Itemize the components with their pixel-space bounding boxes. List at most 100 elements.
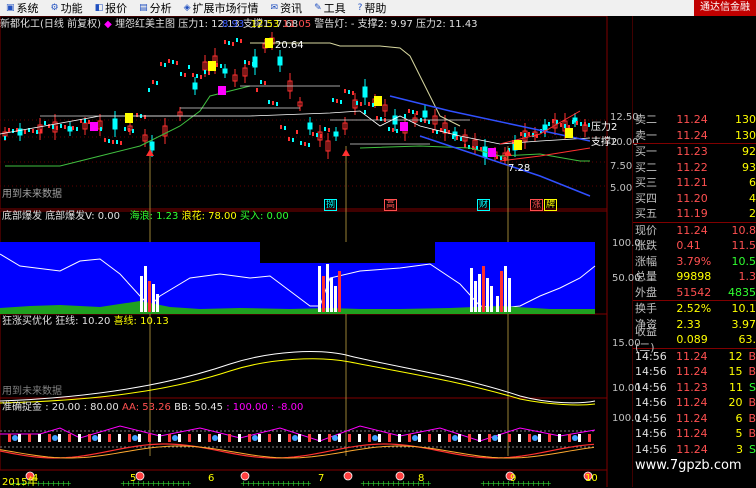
candle-body <box>244 60 246 64</box>
book-price: 11.24 <box>676 128 708 142</box>
tick-volume: 5 <box>735 427 743 440</box>
menu-item-2[interactable]: ◧ 报价 <box>89 0 134 16</box>
menu-item-label: 工具 <box>323 2 346 15</box>
candle-body <box>580 122 582 126</box>
sell-side: S <box>749 380 756 394</box>
sub1-header: 底部爆发 底部爆发V: 0.00 海浪: 1.23 浪花: 78.00 买入: … <box>2 210 289 224</box>
quote-row: 卖二 11.24 130 <box>633 112 756 128</box>
tick-row: 14:56 11.24 5 B <box>633 426 756 442</box>
candle-body <box>336 99 338 103</box>
osc-bar <box>138 434 141 442</box>
candle-body <box>88 120 90 124</box>
menu-item-label: 扩展市场行情 <box>192 2 259 15</box>
osc-bar <box>218 434 221 442</box>
stat-value-2: 10.8 <box>731 223 756 237</box>
candle-body <box>12 129 14 133</box>
sub3-a: : 20.00 <box>45 402 81 413</box>
candle-body <box>164 63 166 67</box>
candle-body <box>184 73 186 77</box>
volume-spike <box>474 281 477 312</box>
quote-row: 买三 11.21 6 <box>633 175 756 191</box>
marker-dot <box>372 435 378 441</box>
stat-label: 总量 <box>635 270 657 283</box>
menu-item-0[interactable]: ▣ 系统 <box>0 0 45 16</box>
sub1-a: 海浪: 1.23 <box>129 211 179 222</box>
menu-item-7[interactable]: ? 帮助 <box>352 0 393 16</box>
candle-body <box>452 135 454 139</box>
date-tick: 6 <box>208 473 215 484</box>
buy-side: B <box>748 427 756 440</box>
candle-body <box>316 133 318 137</box>
candle-body <box>108 139 110 143</box>
candle-body <box>149 141 155 151</box>
candle-body <box>388 127 390 131</box>
quote-icon: ◧ <box>94 3 104 13</box>
candle-body <box>300 141 302 145</box>
volume-spike <box>140 276 143 312</box>
tick-time: 14:56 <box>635 365 667 378</box>
sub1-c: 买入: 0.00 <box>239 211 289 222</box>
menu-item-6[interactable]: ✎ 工具 <box>308 0 352 16</box>
buy-side: B <box>748 411 756 425</box>
candle-body <box>248 61 250 65</box>
osc-bar <box>168 434 171 442</box>
candle-body <box>208 71 210 75</box>
tick-price: 11.24 <box>676 349 708 363</box>
osc-bar <box>448 434 451 442</box>
highlight-box <box>90 122 98 131</box>
indicator-name: 埋怨红美主图 <box>115 19 176 30</box>
marker-dot <box>492 435 498 441</box>
quote-row: 涨跌 0.41 11.5 <box>633 238 756 254</box>
brand-label: 通达信金融 <box>694 0 756 16</box>
date-tick: 8 <box>418 473 425 484</box>
candle-body <box>44 121 46 125</box>
candle-body <box>32 129 34 133</box>
quote-row: 涨幅 3.79% 10.5 <box>633 254 756 270</box>
candle-body <box>284 126 286 130</box>
green-cross-icon: + <box>425 479 432 487</box>
candle-body <box>192 82 198 90</box>
tick-volume: 15 <box>728 365 743 378</box>
candle-body <box>528 132 530 136</box>
menu-item-1[interactable]: ⚙ 功能 <box>45 0 89 16</box>
menu-item-label: 功能 <box>60 2 83 15</box>
osc-bar <box>108 434 111 442</box>
signal-label: 涨 <box>530 199 543 211</box>
candle-body <box>160 62 162 66</box>
warning-light: 警告灯: - <box>314 19 355 30</box>
system-icon: ▣ <box>6 3 15 13</box>
candle-body <box>232 42 234 46</box>
candle-body <box>252 62 254 66</box>
osc-bar <box>588 434 591 442</box>
tick-price: 11.24 <box>676 396 708 409</box>
candle-body <box>312 132 314 136</box>
tick-row: 14:56 11.24 6 B <box>633 411 756 427</box>
candle-body <box>222 68 228 74</box>
menu-item-3[interactable]: ▤ 分析 <box>133 0 178 16</box>
osc-bar <box>268 434 271 442</box>
osc-bar <box>158 434 161 442</box>
candle-body <box>368 102 370 106</box>
menu-item-4[interactable]: ◈ 扩展市场行情 <box>178 0 265 16</box>
marker-icon: ◆ <box>104 19 112 30</box>
candle-body <box>348 90 350 94</box>
sub2-a: 狂线: 10.20 <box>55 316 111 327</box>
tick-time: 14:56 <box>635 442 667 456</box>
candle-body <box>324 127 326 131</box>
highlight-box <box>208 61 216 71</box>
sub2-header: 狂涨买优化 狂线: 10.20 喜线: 10.13 <box>2 315 169 329</box>
highlight-box <box>400 122 408 131</box>
stock-chart: ++++++++++++ ++++++++++++++ ++++++++++++++… <box>0 16 633 487</box>
book-volume: 130 <box>734 113 756 126</box>
candle-body <box>196 74 198 78</box>
candle-body <box>352 91 354 95</box>
menu-item-5[interactable]: ✉ 资讯 <box>265 0 309 16</box>
book-volume: 92 <box>741 145 756 158</box>
stat-value: 99898 <box>676 270 712 283</box>
osc-bar <box>128 434 131 442</box>
highlight-box <box>565 128 573 138</box>
stat-label: 外盘 <box>635 285 657 299</box>
tick-row: 14:56 11.24 3 S <box>633 442 756 458</box>
date-tick: 4 <box>32 473 39 484</box>
candle-body <box>176 61 178 65</box>
